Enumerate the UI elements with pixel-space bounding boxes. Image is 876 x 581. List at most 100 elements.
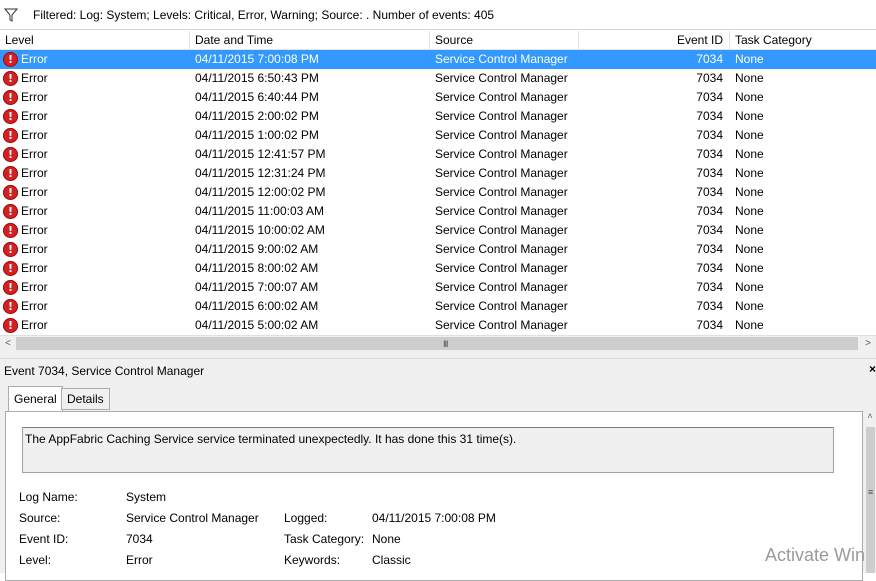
keywords-value[interactable]: Classic — [372, 553, 411, 567]
event-task-category: None — [735, 318, 764, 332]
event-source: Service Control Manager — [435, 147, 568, 161]
event-level: Error — [21, 52, 48, 66]
vertical-scroll-thumb[interactable]: ≡ — [866, 427, 875, 573]
event-id: 7034 — [696, 71, 723, 85]
event-datetime: 04/11/2015 2:00:02 PM — [195, 109, 319, 123]
close-icon[interactable]: × — [869, 362, 876, 376]
log-name-label: Log Name: — [19, 490, 78, 504]
details-pane: General Details The AppFabric Caching Se… — [0, 382, 876, 581]
horizontal-scroll-thumb[interactable]: III — [16, 337, 858, 350]
details-vertical-scrollbar[interactable]: ˄ ≡ — [864, 411, 876, 573]
event-task-category: None — [735, 52, 764, 66]
event-task-category: None — [735, 128, 764, 142]
event-datetime: 04/11/2015 11:00:03 AM — [195, 204, 324, 218]
event-id: 7034 — [696, 280, 723, 294]
event-task-category: None — [735, 223, 764, 237]
error-icon — [3, 147, 18, 162]
event-row[interactable]: Error 04/11/2015 9:00:02 AM Service Cont… — [0, 240, 876, 259]
event-id-label: Event ID: — [19, 532, 69, 546]
event-task-category: None — [735, 185, 764, 199]
level-value[interactable]: Error — [126, 553, 153, 567]
error-icon — [3, 299, 18, 314]
scroll-left-arrow-icon[interactable]: < — [0, 336, 16, 352]
scroll-up-arrow-icon[interactable]: ˄ — [864, 411, 876, 425]
column-header-event-id[interactable]: Event ID — [677, 33, 723, 47]
event-datetime: 04/11/2015 1:00:02 PM — [195, 128, 319, 142]
event-task-category: None — [735, 299, 764, 313]
event-row[interactable]: Error 04/11/2015 1:00:02 PM Service Cont… — [0, 126, 876, 145]
column-header-task-category[interactable]: Task Category — [735, 33, 812, 47]
funnel-icon — [4, 8, 18, 22]
event-row[interactable]: Error 04/11/2015 5:00:02 AM Service Cont… — [0, 316, 876, 335]
event-row[interactable]: Error 04/11/2015 2:00:02 PM Service Cont… — [0, 107, 876, 126]
column-header-level[interactable]: Level — [5, 33, 34, 47]
event-level: Error — [21, 90, 48, 104]
event-level: Error — [21, 280, 48, 294]
log-name-value[interactable]: System — [126, 490, 166, 504]
error-icon — [3, 204, 18, 219]
event-task-category: None — [735, 71, 764, 85]
details-title: Event 7034, Service Control Manager — [4, 364, 205, 378]
event-row[interactable]: Error 04/11/2015 12:31:24 PM Service Con… — [0, 164, 876, 183]
error-icon — [3, 280, 18, 295]
column-divider[interactable] — [578, 31, 579, 49]
event-message[interactable]: The AppFabric Caching Service service te… — [22, 427, 834, 473]
tab-details[interactable]: Details — [61, 388, 110, 410]
event-level: Error — [21, 261, 48, 275]
event-level: Error — [21, 166, 48, 180]
column-header-date-time[interactable]: Date and Time — [195, 33, 273, 47]
event-datetime: 04/11/2015 7:00:07 AM — [195, 280, 319, 294]
event-id: 7034 — [696, 318, 723, 332]
event-grid-header: Level Date and Time Source Event ID Task… — [0, 31, 876, 50]
logged-value[interactable]: 04/11/2015 7:00:08 PM — [372, 511, 496, 525]
scroll-right-arrow-icon[interactable]: > — [860, 336, 876, 352]
event-row[interactable]: Error 04/11/2015 10:00:02 AM Service Con… — [0, 221, 876, 240]
column-divider[interactable] — [429, 31, 430, 49]
event-source: Service Control Manager — [435, 242, 568, 256]
event-level: Error — [21, 109, 48, 123]
event-id: 7034 — [696, 185, 723, 199]
column-divider[interactable] — [189, 31, 190, 49]
event-row[interactable]: Error 04/11/2015 6:40:44 PM Service Cont… — [0, 88, 876, 107]
event-row[interactable]: Error 04/11/2015 6:00:02 AM Service Cont… — [0, 297, 876, 316]
event-id: 7034 — [696, 242, 723, 256]
event-list: Error 04/11/2015 7:00:08 PM Service Cont… — [0, 50, 876, 335]
event-datetime: 04/11/2015 6:40:44 PM — [195, 90, 319, 104]
event-row[interactable]: Error 04/11/2015 8:00:02 AM Service Cont… — [0, 259, 876, 278]
grip-icon: ≡ — [868, 487, 874, 497]
event-row[interactable]: Error 04/11/2015 11:00:03 AM Service Con… — [0, 202, 876, 221]
event-id: 7034 — [696, 261, 723, 275]
event-task-category: None — [735, 280, 764, 294]
event-datetime: 04/11/2015 5:00:02 AM — [195, 318, 319, 332]
event-row[interactable]: Error 04/11/2015 6:50:43 PM Service Cont… — [0, 69, 876, 88]
source-value[interactable]: Service Control Manager — [126, 511, 259, 525]
event-level: Error — [21, 185, 48, 199]
event-source: Service Control Manager — [435, 185, 568, 199]
event-row[interactable]: Error 04/11/2015 7:00:08 PM Service Cont… — [0, 50, 876, 69]
event-source: Service Control Manager — [435, 90, 568, 104]
event-id: 7034 — [696, 128, 723, 142]
event-level: Error — [21, 71, 48, 85]
event-row[interactable]: Error 04/11/2015 12:00:02 PM Service Con… — [0, 183, 876, 202]
event-id: 7034 — [696, 147, 723, 161]
event-row[interactable]: Error 04/11/2015 12:41:57 PM Service Con… — [0, 145, 876, 164]
event-id-value[interactable]: 7034 — [126, 532, 153, 546]
task-category-value[interactable]: None — [372, 532, 401, 546]
horizontal-scrollbar[interactable]: < III > — [0, 335, 876, 352]
source-label: Source: — [19, 511, 61, 525]
event-source: Service Control Manager — [435, 166, 568, 180]
level-label: Level: — [19, 553, 52, 567]
event-task-category: None — [735, 90, 764, 104]
event-row[interactable]: Error 04/11/2015 7:00:07 AM Service Cont… — [0, 278, 876, 297]
event-id: 7034 — [696, 204, 723, 218]
tab-general[interactable]: General — [8, 386, 63, 412]
event-level: Error — [21, 223, 48, 237]
event-datetime: 04/11/2015 12:31:24 PM — [195, 166, 326, 180]
column-header-source[interactable]: Source — [435, 33, 473, 47]
event-id: 7034 — [696, 166, 723, 180]
event-datetime: 04/11/2015 12:00:02 PM — [195, 185, 326, 199]
details-header: Event 7034, Service Control Manager × — [0, 358, 876, 382]
event-id: 7034 — [696, 223, 723, 237]
column-divider[interactable] — [729, 31, 730, 49]
event-task-category: None — [735, 166, 764, 180]
